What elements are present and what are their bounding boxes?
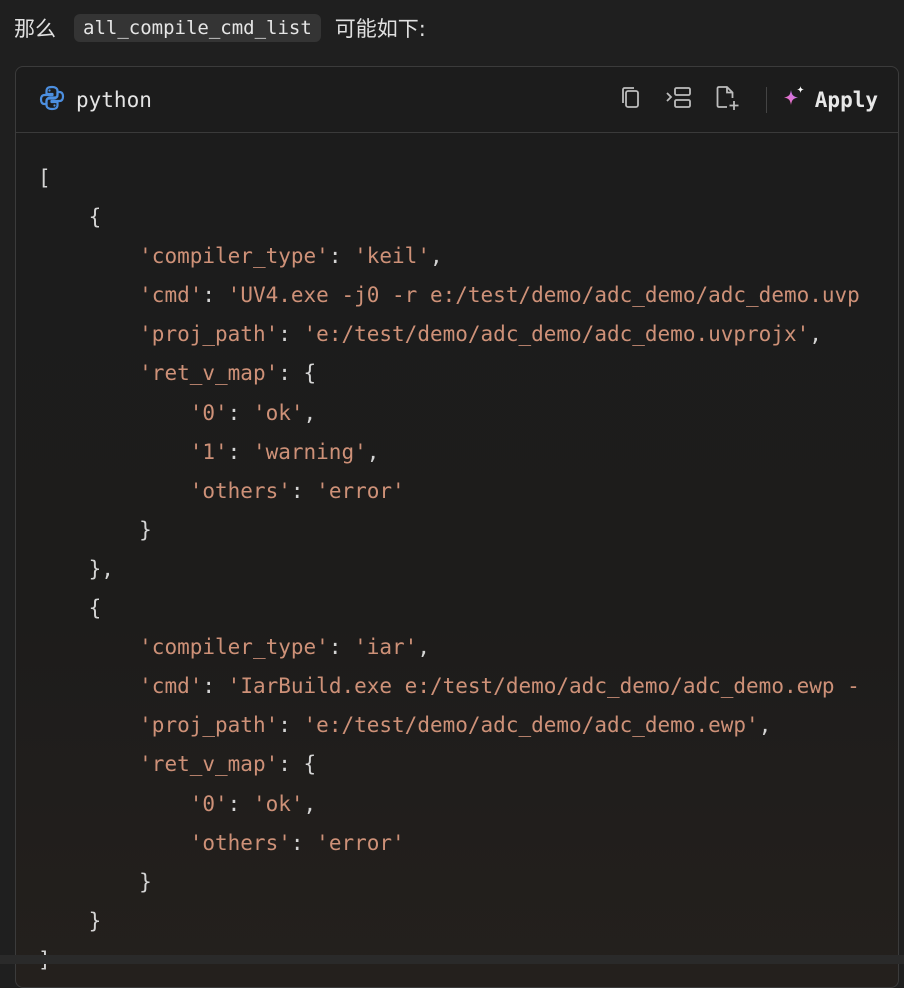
code-line: }	[38, 517, 152, 542]
intro-prefix: 那么	[14, 17, 56, 41]
code-line: 'others': 'error'	[189, 478, 405, 503]
insert-at-cursor-icon	[665, 85, 693, 115]
code-line: '0': 'ok',	[189, 791, 317, 816]
new-file-icon	[713, 84, 741, 116]
apply-label: Apply	[814, 87, 878, 112]
horizontal-scrollbar[interactable]	[0, 955, 904, 964]
code-content: [ { 'compiler_type': 'keil', 'cmd': 'UV4…	[16, 133, 898, 980]
sparkle-icon	[781, 84, 807, 115]
code-line: 'proj_path': 'e:/test/demo/adc_demo/adc_…	[139, 713, 772, 738]
inline-code: all_compile_cmd_list	[74, 14, 321, 42]
code-line: }	[38, 908, 102, 933]
code-line: 'proj_path': 'e:/test/demo/adc_demo/adc_…	[139, 322, 822, 347]
code-line: 'cmd': 'UV4.exe -j0 -r e:/test/demo/adc_…	[139, 283, 860, 308]
code-line: {	[38, 205, 102, 230]
language-name: python	[76, 87, 152, 112]
code-line: '0': 'ok',	[189, 400, 317, 425]
copy-icon	[618, 85, 644, 115]
code-block-header: python Apply	[16, 67, 898, 133]
toolbar-divider	[765, 86, 767, 113]
code-line: },	[38, 556, 114, 581]
code-line: 'cmd': 'IarBuild.exe e:/test/demo/adc_de…	[139, 674, 860, 699]
insert-at-cursor-button[interactable]	[664, 85, 694, 115]
code-line: 'compiler_type': 'iar',	[139, 635, 430, 660]
code-line: 'ret_v_map': {	[139, 752, 317, 777]
code-line: 'others': 'error'	[189, 830, 405, 855]
intro-suffix: 可能如下:	[334, 17, 426, 41]
new-file-button[interactable]	[712, 85, 742, 115]
code-toolbar: Apply	[598, 84, 878, 115]
message-intro: 那么 all_compile_cmd_list 可能如下:	[14, 10, 426, 46]
python-logo-icon	[38, 84, 66, 116]
code-line: }	[38, 869, 152, 894]
code-line: 'compiler_type': 'keil',	[139, 244, 443, 269]
code-line: [	[38, 166, 51, 190]
code-block: python Apply [{'compiler_type': 'keil'…	[15, 66, 899, 988]
code-line: 'ret_v_map': {	[139, 361, 317, 386]
code-line: '1': 'warning',	[189, 439, 380, 464]
language-label: python	[38, 84, 152, 116]
apply-button[interactable]: Apply	[781, 84, 878, 115]
code-line: {	[38, 596, 102, 621]
copy-button[interactable]	[616, 85, 646, 115]
